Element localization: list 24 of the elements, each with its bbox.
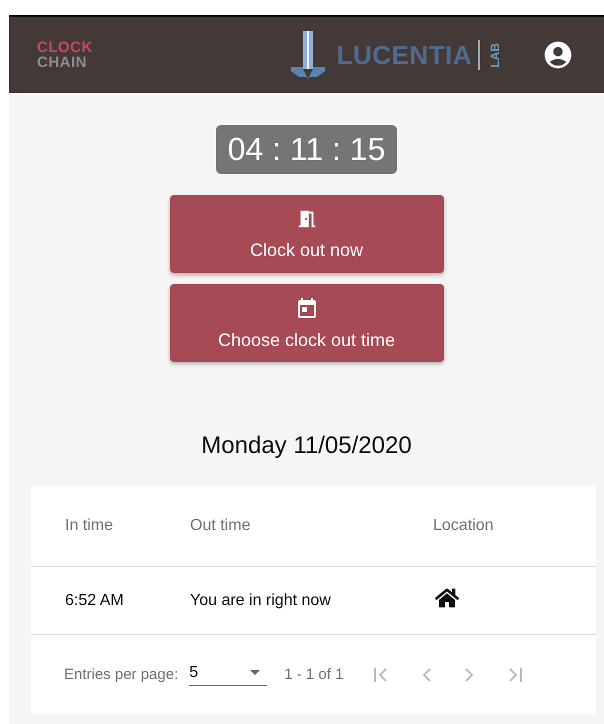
first-page-icon [374, 668, 388, 682]
home-icon [435, 586, 459, 610]
logo-text: CLOCK [37, 40, 93, 55]
column-header: Location [433, 517, 494, 535]
timer-display: 04 : 11 : 15 [216, 125, 398, 174]
last-page-icon [508, 668, 522, 682]
entries-label: Entries per page: [64, 666, 178, 683]
account-icon[interactable] [542, 39, 574, 71]
caret-icon [250, 670, 260, 675]
entries-select[interactable]: 5 [189, 664, 268, 686]
table-cell-text: You are in right now [190, 592, 332, 610]
tower-icon [290, 31, 325, 79]
chevron-left-icon [422, 668, 432, 682]
page-range: 1 - 1 of 1 [284, 666, 344, 683]
column-header: Out time [190, 517, 252, 535]
date-heading: Monday 11/05/2020 [201, 432, 412, 460]
clock-out-button[interactable]: Clock out now [170, 195, 444, 273]
clock-out-button[interactable]: Choose clock out time [170, 284, 444, 362]
logo-text: CHAIN [37, 55, 88, 70]
chevron-right-icon [465, 668, 474, 682]
partner-name: LUCENTIA [332, 40, 480, 70]
column-header: In time [65, 517, 114, 535]
partner-tag: LAB [488, 42, 502, 68]
table-cell-text: 6:52 AM [65, 592, 125, 610]
